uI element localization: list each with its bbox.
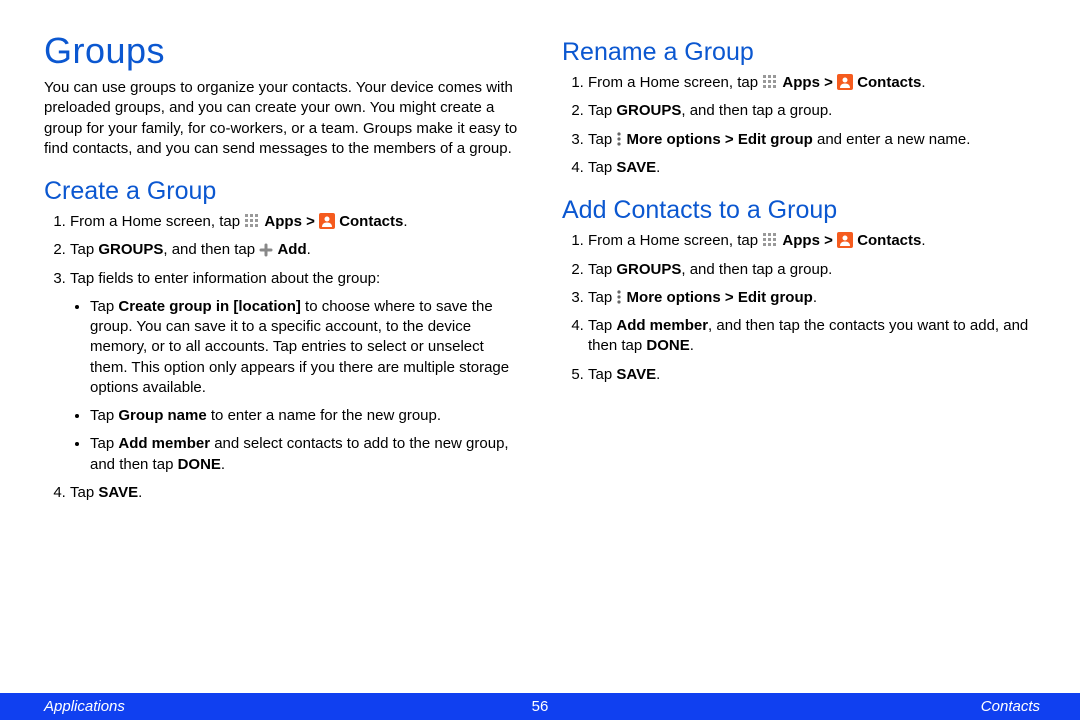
apps-grid-icon [244,212,260,232]
plus-icon [259,240,273,260]
right-column: Rename a Group From a Home screen, tap A… [562,30,1040,665]
list-item: Tap SAVE. [588,158,1040,178]
list-item: Tap Add member and select contacts to ad… [90,434,522,475]
list-item: Tap SAVE. [588,365,1040,385]
list-item: Tap fields to enter information about th… [70,269,522,475]
sub-list: Tap Create group in [location] to choose… [70,297,522,475]
list-item: Tap More options > Edit group. [588,288,1040,308]
list-item: From a Home screen, tap Apps > Contacts. [70,212,522,232]
heading-create-group: Create a Group [44,177,522,206]
list-item: From a Home screen, tap Apps > Contacts. [588,73,1040,93]
intro-text: You can use groups to organize your cont… [44,78,522,159]
page-title: Groups [44,30,522,72]
content-area: Groups You can use groups to organize yo… [0,0,1080,665]
list-item: Tap SAVE. [70,483,522,503]
list-item: From a Home screen, tap Apps > Contacts. [588,231,1040,251]
page-number: 56 [532,698,549,715]
manual-page: Groups You can use groups to organize yo… [0,0,1080,720]
more-options-icon [616,130,622,150]
list-item: Tap More options > Edit group and enter … [588,130,1040,150]
contacts-icon [319,212,335,232]
add-contacts-steps: From a Home screen, tap Apps > Contacts.… [562,231,1040,385]
list-item: Tap Create group in [location] to choose… [90,297,522,398]
contacts-icon [837,231,853,251]
apps-grid-icon [762,73,778,93]
footer-left: Applications [44,698,125,715]
list-item: Tap GROUPS, and then tap a group. [588,260,1040,280]
list-item: Tap GROUPS, and then tap Add. [70,240,522,260]
heading-rename-group: Rename a Group [562,38,1040,67]
list-item: Tap Add member, and then tap the contact… [588,316,1040,357]
rename-group-steps: From a Home screen, tap Apps > Contacts.… [562,73,1040,178]
list-item: Tap Group name to enter a name for the n… [90,406,522,426]
more-options-icon [616,288,622,308]
list-item: Tap GROUPS, and then tap a group. [588,101,1040,121]
create-group-steps: From a Home screen, tap Apps > Contacts.… [44,212,522,503]
heading-add-contacts: Add Contacts to a Group [562,196,1040,225]
page-footer: Applications 56 Contacts [0,693,1080,720]
footer-right: Contacts [981,698,1040,715]
left-column: Groups You can use groups to organize yo… [44,30,522,665]
contacts-icon [837,73,853,93]
apps-grid-icon [762,231,778,251]
